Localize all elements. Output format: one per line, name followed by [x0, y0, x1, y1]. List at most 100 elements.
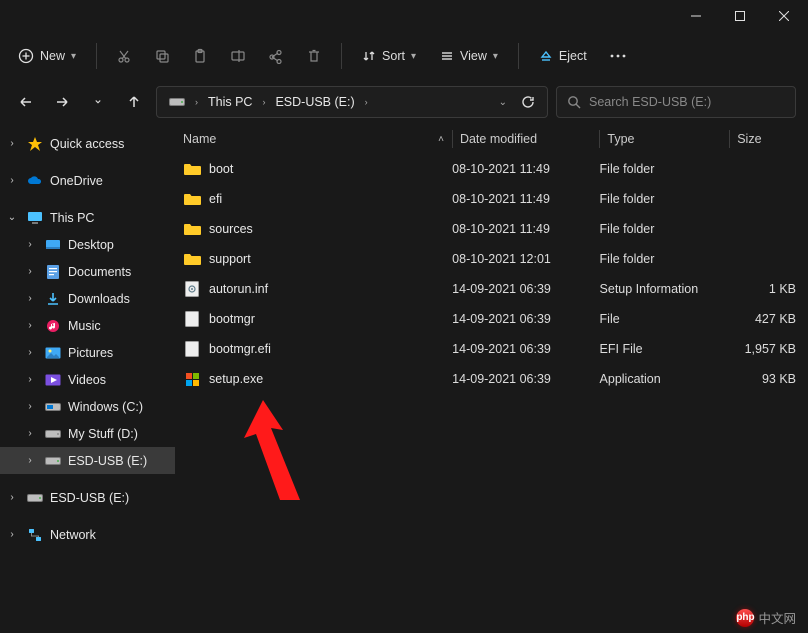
- sidebar-item-windows-c[interactable]: › Windows (C:): [0, 393, 175, 420]
- rename-button[interactable]: [221, 39, 255, 73]
- file-row[interactable]: autorun.inf14-09-2021 06:39Setup Informa…: [175, 274, 808, 304]
- column-header-label: Date modified: [460, 132, 537, 146]
- expand-icon[interactable]: ›: [4, 492, 20, 503]
- back-button[interactable]: [12, 87, 40, 117]
- file-row[interactable]: setup.exe14-09-2021 06:39Application93 K…: [175, 364, 808, 394]
- file-row[interactable]: efi08-10-2021 11:49File folder: [175, 184, 808, 214]
- file-row[interactable]: bootmgr.efi14-09-2021 06:39EFI File1,957…: [175, 334, 808, 364]
- sidebar-item-music[interactable]: › Music: [0, 312, 175, 339]
- refresh-button[interactable]: [515, 93, 541, 111]
- up-button[interactable]: [120, 87, 148, 117]
- file-size: 427 KB: [729, 312, 808, 326]
- file-name: setup.exe: [209, 372, 263, 386]
- column-header-label: Type: [607, 132, 634, 146]
- sidebar-item-esd-usb-e-root[interactable]: › ESD-USB (E:): [0, 484, 175, 511]
- file-type: File folder: [600, 192, 730, 206]
- file-type: Setup Information: [600, 282, 730, 296]
- file-date: 08-10-2021 12:01: [452, 252, 599, 266]
- file-name: bootmgr: [209, 312, 255, 326]
- column-headers: Name ˄ Date modified Type Size: [175, 124, 808, 154]
- usb-drive-icon: [44, 452, 62, 470]
- sidebar-item-quick-access[interactable]: › Quick access: [0, 130, 175, 157]
- expand-icon[interactable]: ›: [22, 374, 38, 385]
- file-type: EFI File: [600, 342, 730, 356]
- sidebar-item-desktop[interactable]: › Desktop: [0, 231, 175, 258]
- breadcrumb-esd-usb[interactable]: ESD-USB (E:): [269, 93, 360, 111]
- file-type: File folder: [600, 222, 730, 236]
- sidebar-item-downloads[interactable]: › Downloads: [0, 285, 175, 312]
- breadcrumb-this-pc[interactable]: This PC: [202, 93, 258, 111]
- file-date: 08-10-2021 11:49: [452, 222, 599, 236]
- file-icon: [183, 160, 201, 178]
- expand-icon[interactable]: ›: [4, 175, 20, 186]
- expand-icon[interactable]: ›: [22, 347, 38, 358]
- sort-button[interactable]: Sort ▾: [352, 39, 426, 73]
- share-button[interactable]: [259, 39, 293, 73]
- expand-icon[interactable]: ›: [22, 266, 38, 277]
- maximize-button[interactable]: [718, 1, 762, 31]
- sidebar-item-this-pc[interactable]: ⌄ This PC: [0, 204, 175, 231]
- column-header-size[interactable]: Size: [729, 124, 808, 154]
- address-dropdown[interactable]: ⌄: [493, 95, 513, 110]
- file-row[interactable]: boot08-10-2021 11:49File folder: [175, 154, 808, 184]
- file-icon: [183, 220, 201, 238]
- column-header-type[interactable]: Type: [599, 124, 729, 154]
- view-button[interactable]: View ▾: [430, 39, 508, 73]
- sidebar-item-label: Downloads: [68, 292, 169, 306]
- file-list: boot08-10-2021 11:49File folderefi08-10-…: [175, 154, 808, 394]
- sidebar-item-esd-usb-e[interactable]: › ESD-USB (E:): [0, 447, 175, 474]
- sidebar-item-label: Network: [50, 528, 169, 542]
- file-name: autorun.inf: [209, 282, 268, 296]
- column-header-date[interactable]: Date modified: [452, 124, 599, 154]
- sidebar-item-videos[interactable]: › Videos: [0, 366, 175, 393]
- file-icon: [183, 340, 201, 358]
- monitor-icon: [26, 209, 44, 227]
- sort-button-label: Sort: [382, 49, 405, 63]
- expand-icon[interactable]: ›: [22, 239, 38, 250]
- file-name: sources: [209, 222, 253, 236]
- sidebar-item-network[interactable]: › Network: [0, 521, 175, 548]
- address-bar[interactable]: › This PC › ESD-USB (E:) › ⌄: [156, 86, 548, 118]
- sidebar-item-label: Quick access: [50, 137, 169, 151]
- collapse-icon[interactable]: ⌄: [4, 212, 20, 223]
- column-header-name[interactable]: Name ˄: [175, 124, 452, 154]
- search-input[interactable]: [589, 95, 785, 109]
- expand-icon[interactable]: ›: [22, 455, 38, 466]
- more-button[interactable]: [601, 39, 635, 73]
- close-button[interactable]: [762, 1, 806, 31]
- sidebar-item-my-stuff-d[interactable]: › My Stuff (D:): [0, 420, 175, 447]
- sidebar-item-onedrive[interactable]: › OneDrive: [0, 167, 175, 194]
- new-button[interactable]: New ▾: [8, 39, 86, 73]
- file-row[interactable]: support08-10-2021 12:01File folder: [175, 244, 808, 274]
- search-box[interactable]: [556, 86, 796, 118]
- separator: [341, 43, 342, 69]
- file-date: 08-10-2021 11:49: [452, 192, 599, 206]
- forward-button[interactable]: [48, 87, 76, 117]
- usb-drive-icon: [26, 489, 44, 507]
- sidebar-item-label: ESD-USB (E:): [50, 491, 169, 505]
- expand-icon[interactable]: ›: [4, 138, 20, 149]
- expand-icon[interactable]: ›: [22, 401, 38, 412]
- file-date: 08-10-2021 11:49: [452, 162, 599, 176]
- breadcrumb-drive-icon[interactable]: [163, 94, 191, 110]
- file-row[interactable]: bootmgr14-09-2021 06:39File427 KB: [175, 304, 808, 334]
- expand-icon[interactable]: ›: [22, 293, 38, 304]
- sidebar-item-pictures[interactable]: › Pictures: [0, 339, 175, 366]
- music-icon: [44, 317, 62, 335]
- expand-icon[interactable]: ›: [22, 428, 38, 439]
- file-name: support: [209, 252, 251, 266]
- minimize-button[interactable]: [674, 1, 718, 31]
- copy-button[interactable]: [145, 39, 179, 73]
- cut-button[interactable]: [107, 39, 141, 73]
- expand-icon[interactable]: ›: [22, 320, 38, 331]
- desktop-icon: [44, 236, 62, 254]
- file-row[interactable]: sources 08-10-2021 11:49File folder: [175, 214, 808, 244]
- delete-button[interactable]: [297, 39, 331, 73]
- file-size: 1 KB: [729, 282, 808, 296]
- history-dropdown[interactable]: [84, 87, 112, 117]
- paste-button[interactable]: [183, 39, 217, 73]
- sidebar-item-documents[interactable]: › Documents: [0, 258, 175, 285]
- sidebar-item-label: OneDrive: [50, 174, 169, 188]
- eject-button[interactable]: Eject: [529, 39, 597, 73]
- expand-icon[interactable]: ›: [4, 529, 20, 540]
